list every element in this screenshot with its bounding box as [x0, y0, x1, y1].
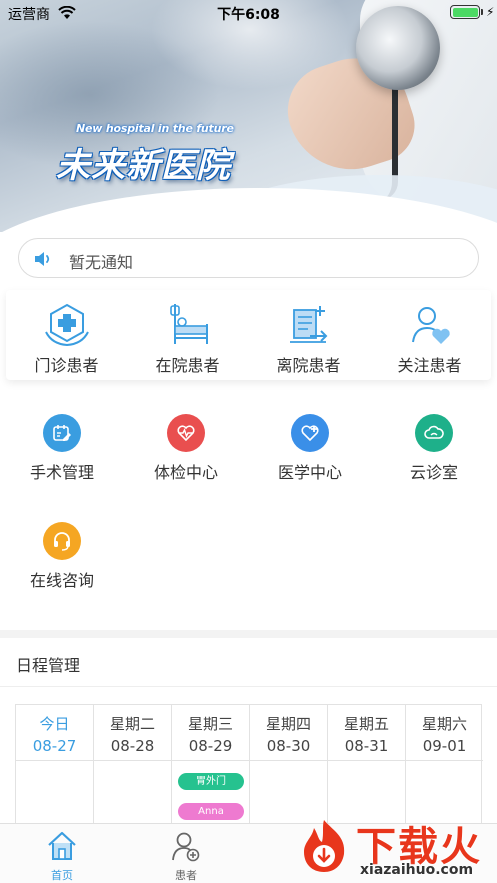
hospital-bed-icon	[170, 304, 208, 344]
quick-item-inpatient[interactable]: 在院患者	[127, 290, 248, 380]
patient-quick-card: 门诊患者 在院患者 离院患者 关注患者	[6, 290, 491, 380]
cloud-icon	[415, 414, 453, 452]
weekday-label: 星期四	[265, 715, 311, 733]
quick-item-followed[interactable]: 关注患者	[369, 290, 490, 380]
watermark-logo: 下载火 xiazaihuo.com	[290, 812, 497, 883]
date-label: 09-01	[422, 737, 467, 755]
quick-item-discharged[interactable]: 离院患者	[248, 290, 369, 380]
quick-item-clinic[interactable]: 门诊患者	[6, 290, 127, 380]
watermark-url: xiazaihuo.com	[360, 862, 474, 878]
feature-checkup[interactable]: 体检中心	[126, 414, 246, 494]
date-label: 08-30	[266, 737, 311, 755]
status-time: 下午6:08	[217, 7, 280, 23]
feature-cloud-clinic[interactable]: 云诊室	[374, 414, 494, 494]
schedule-event-tag[interactable]: 胃外门	[178, 773, 244, 790]
heartbeat-icon	[167, 414, 205, 452]
home-icon	[48, 831, 76, 860]
feature-medical-center[interactable]: 医学中心	[250, 414, 370, 494]
calendar-day-header[interactable]: 星期六 09-01	[406, 705, 483, 761]
quick-item-label: 离院患者	[276, 356, 341, 375]
tab-patients[interactable]: 患者	[124, 824, 248, 883]
schedule-event-tag[interactable]: Anna	[178, 803, 244, 820]
calendar-day-header[interactable]: 今日 08-27	[16, 705, 94, 761]
date-label: 08-27	[32, 737, 77, 755]
weekday-label: 星期五	[343, 715, 389, 733]
banner-title-cn: 未来新医院	[56, 146, 231, 186]
schedule-divider	[0, 686, 497, 687]
quick-item-label: 门诊患者	[34, 356, 99, 375]
notice-text: 暂无通知	[69, 253, 134, 272]
headset-icon	[43, 522, 81, 560]
feature-label: 体检中心	[153, 463, 218, 482]
weekday-label: 星期二	[109, 715, 155, 733]
weekday-label: 星期六	[421, 715, 467, 733]
user-heart-icon	[412, 307, 450, 344]
calendar-day-header[interactable]: 星期三 08-29	[172, 705, 250, 761]
charging-icon: ⚡	[486, 5, 495, 19]
quick-item-label: 关注患者	[397, 356, 462, 375]
flame-icon	[304, 820, 345, 872]
feature-label: 云诊室	[409, 463, 458, 482]
battery-tip	[481, 9, 483, 15]
date-label: 08-28	[110, 737, 155, 755]
feature-label: 在线咨询	[29, 571, 94, 590]
date-label: 08-31	[344, 737, 389, 755]
status-bar: 运营商 下午6:08 ⚡	[0, 0, 497, 26]
quick-item-label: 在院患者	[155, 356, 220, 375]
speaker-icon	[33, 250, 55, 272]
calendar-day-header[interactable]: 星期五 08-31	[328, 705, 406, 761]
date-label: 08-29	[188, 737, 233, 755]
calendar-day-header[interactable]: 星期四 08-30	[250, 705, 328, 761]
weekday-label: 星期三	[187, 715, 233, 733]
tab-label: 首页	[51, 869, 73, 882]
calendar-day-header[interactable]: 星期二 08-28	[94, 705, 172, 761]
tab-label: 患者	[175, 869, 197, 882]
section-divider	[0, 630, 497, 638]
feature-label: 医学中心	[277, 463, 342, 482]
hero-banner: New hospital in the future 未来新医院	[0, 0, 497, 232]
patient-icon	[172, 832, 200, 862]
banner-title-en: New hospital in the future	[76, 122, 234, 135]
feature-label: 手术管理	[29, 463, 94, 482]
schedule-title: 日程管理	[16, 656, 81, 675]
medical-shield-icon	[291, 414, 329, 452]
notice-bar[interactable]: 暂无通知	[18, 238, 479, 278]
feature-online-consult[interactable]: 在线咨询	[2, 522, 122, 602]
calendar-edit-icon	[43, 414, 81, 452]
clinic-cross-icon	[45, 303, 89, 347]
weekday-label: 今日	[39, 715, 70, 733]
tab-home[interactable]: 首页	[0, 824, 124, 883]
battery-icon	[450, 5, 480, 19]
discharge-document-icon	[290, 306, 328, 343]
feature-surgery[interactable]: 手术管理	[2, 414, 122, 494]
